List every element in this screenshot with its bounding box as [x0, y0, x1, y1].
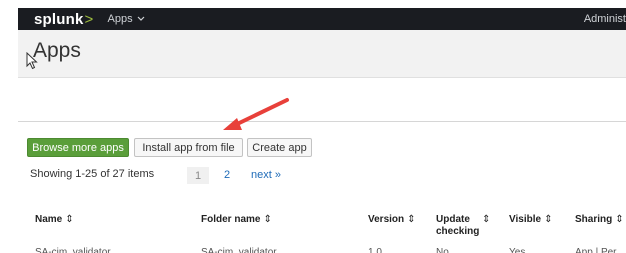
logo-text: splunk: [34, 10, 84, 28]
table-cell[interactable]: App | Per: [575, 247, 617, 253]
column-header-sharing[interactable]: Sharing ⇕: [575, 214, 624, 226]
column-header-update-checking[interactable]: Update checking: [436, 214, 480, 238]
apps-menu[interactable]: Apps: [108, 13, 145, 25]
column-label: Sharing: [575, 214, 613, 225]
page-header: Apps: [18, 30, 626, 78]
next-page-link[interactable]: next »: [251, 169, 281, 181]
table-cell: No: [436, 247, 449, 253]
column-label: Visible: [509, 214, 542, 225]
sort-icon: ⇕: [482, 214, 491, 225]
user-menu[interactable]: Administ: [584, 13, 626, 25]
annotation-arrow-icon: [223, 98, 289, 130]
sort-icon: ⇕: [263, 214, 272, 225]
table-cell: SA-cim_validator: [201, 247, 277, 253]
page-2-link[interactable]: 2: [224, 169, 230, 181]
install-app-from-file-button[interactable]: Install app from file: [134, 138, 243, 157]
column-label: Update checking: [436, 214, 480, 237]
column-header-version[interactable]: Version ⇕: [368, 214, 416, 226]
browse-more-apps-button[interactable]: Browse more apps: [27, 138, 129, 157]
column-label: Version: [368, 214, 405, 225]
table-cell: Yes: [509, 247, 526, 253]
column-header-visible[interactable]: Visible ⇕: [509, 214, 552, 226]
page-title: Apps: [33, 39, 81, 62]
splunk-logo[interactable]: splunk>: [34, 11, 94, 28]
sort-icon: ⇕: [544, 214, 553, 225]
apps-menu-label: Apps: [107, 13, 133, 25]
sort-icon: ⇕: [407, 214, 416, 225]
logo-chevron: >: [84, 10, 94, 28]
column-header-name[interactable]: Name ⇕: [35, 214, 74, 226]
table-cell: 1.0: [368, 247, 382, 253]
pagination-summary: Showing 1-25 of 27 items: [30, 168, 155, 180]
sort-icon: ⇕: [65, 214, 74, 225]
column-header-folder-name[interactable]: Folder name ⇕: [201, 214, 272, 226]
create-app-button[interactable]: Create app: [247, 138, 312, 157]
divider: [18, 121, 626, 122]
sort-icon: ⇕: [615, 214, 624, 225]
top-nav-bar: splunk> Apps Administ: [18, 8, 626, 30]
mouse-cursor-icon: [26, 52, 38, 70]
table-cell[interactable]: SA-cim_validator: [35, 247, 111, 253]
page-1-current: 1: [187, 167, 209, 184]
chevron-down-icon: [137, 16, 145, 21]
column-label: Name: [35, 214, 63, 225]
column-label: Folder name: [201, 214, 261, 225]
